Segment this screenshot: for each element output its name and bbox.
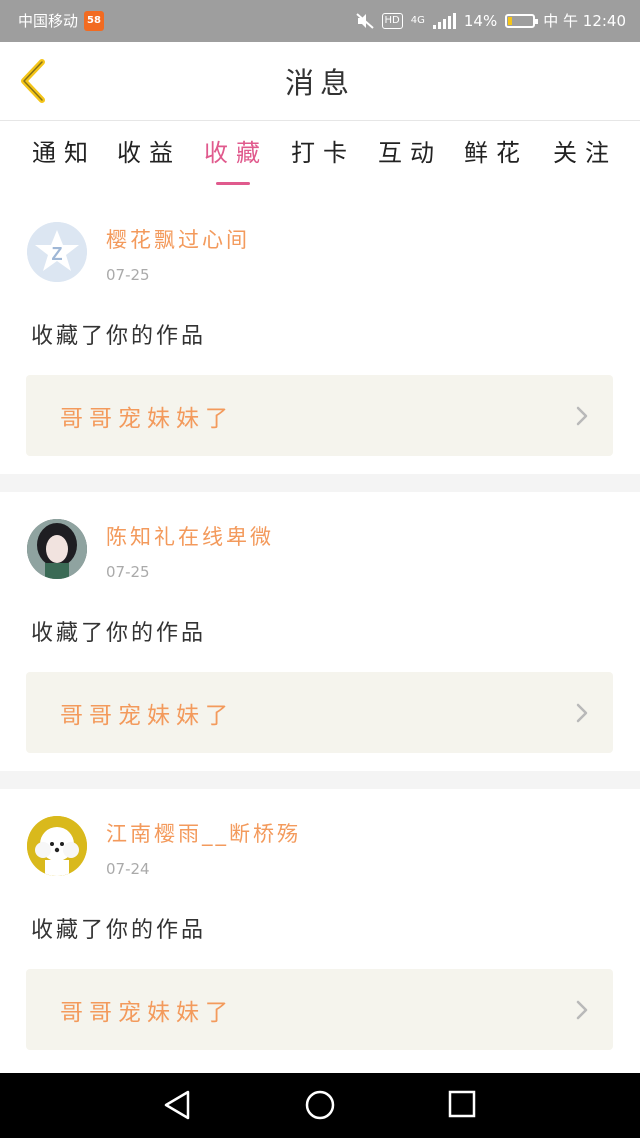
divider [0,474,640,492]
avatar[interactable]: Z [27,222,87,282]
message-item: 陈知礼在线卑微 07-25 收藏了你的作品 哥哥宠妹妹了 [0,492,640,771]
message-action: 收藏了你的作品 [31,324,207,349]
nav-home-icon[interactable] [304,1089,336,1121]
message-item: 江南樱雨__断桥殇 07-24 收藏了你的作品 哥哥宠妹妹了 [0,789,640,1073]
user-photo-dog [27,816,87,876]
battery-icon [505,13,539,28]
message-date: 07-25 [106,266,150,284]
avatar[interactable] [27,519,87,579]
header: 消息 [0,42,640,121]
work-link[interactable]: 哥哥宠妹妹了 [26,672,613,753]
chevron-right-icon [576,406,588,426]
sender-name[interactable]: 樱花飘过心间 [106,224,250,254]
svg-text:Z: Z [52,244,63,264]
work-link[interactable]: 哥哥宠妹妹了 [26,969,613,1050]
tab-interactions[interactable]: 互动 [378,133,442,168]
default-avatar-icon: Z [27,222,87,282]
tab-bar: 通知 收益 收藏 打卡 互动 鲜花 关注 [0,121,640,191]
sender-name[interactable]: 江南樱雨__断桥殇 [106,818,301,848]
nav-back-icon[interactable] [162,1089,194,1121]
page-title: 消息 [284,66,355,100]
message-date: 07-25 [106,563,150,581]
tab-earnings[interactable]: 收益 [117,133,181,168]
message-action: 收藏了你的作品 [31,918,207,943]
work-title: 哥哥宠妹妹了 [60,1000,234,1026]
chevron-right-icon [576,703,588,723]
tab-follows[interactable]: 关注 [553,133,617,168]
message-item: Z 樱花飘过心间 07-25 收藏了你的作品 哥哥宠妹妹了 [0,192,640,474]
sender-name[interactable]: 陈知礼在线卑微 [106,521,274,551]
tab-checkin[interactable]: 打卡 [291,133,355,168]
battery-percent: 14% [463,11,498,30]
battery-fill [508,16,512,25]
work-title: 哥哥宠妹妹了 [60,406,234,432]
system-navigation-bar [0,1073,640,1138]
tab-notifications[interactable]: 通知 [32,133,96,168]
status-bar: 中国移动 58 HD 4G 14% 中 午 12:40 [0,0,640,42]
divider [0,771,640,789]
mute-icon [355,12,374,29]
message-date: 07-24 [106,860,150,878]
clock: 中 午 12:40 [543,12,626,30]
work-title: 哥哥宠妹妹了 [60,703,234,729]
active-tab-indicator [216,182,250,185]
signal-icon [432,12,456,29]
status-left: 中国移动 58 [18,10,105,31]
network-type: 4G [410,15,425,26]
hd-badge: HD [381,12,403,29]
message-action: 收藏了你的作品 [31,621,207,646]
avatar[interactable] [27,816,87,876]
app-notification-icon: 58 [84,10,105,31]
carrier-name: 中国移动 [18,12,79,30]
chevron-right-icon [576,1000,588,1020]
tab-favorites[interactable]: 收藏 [204,133,268,168]
user-photo-girl [27,519,87,579]
work-link[interactable]: 哥哥宠妹妹了 [26,375,613,456]
tab-flowers[interactable]: 鲜花 [464,133,528,168]
status-right: HD 4G 14% 中 午 12:40 [355,10,626,31]
nav-recents-icon[interactable] [447,1089,477,1119]
